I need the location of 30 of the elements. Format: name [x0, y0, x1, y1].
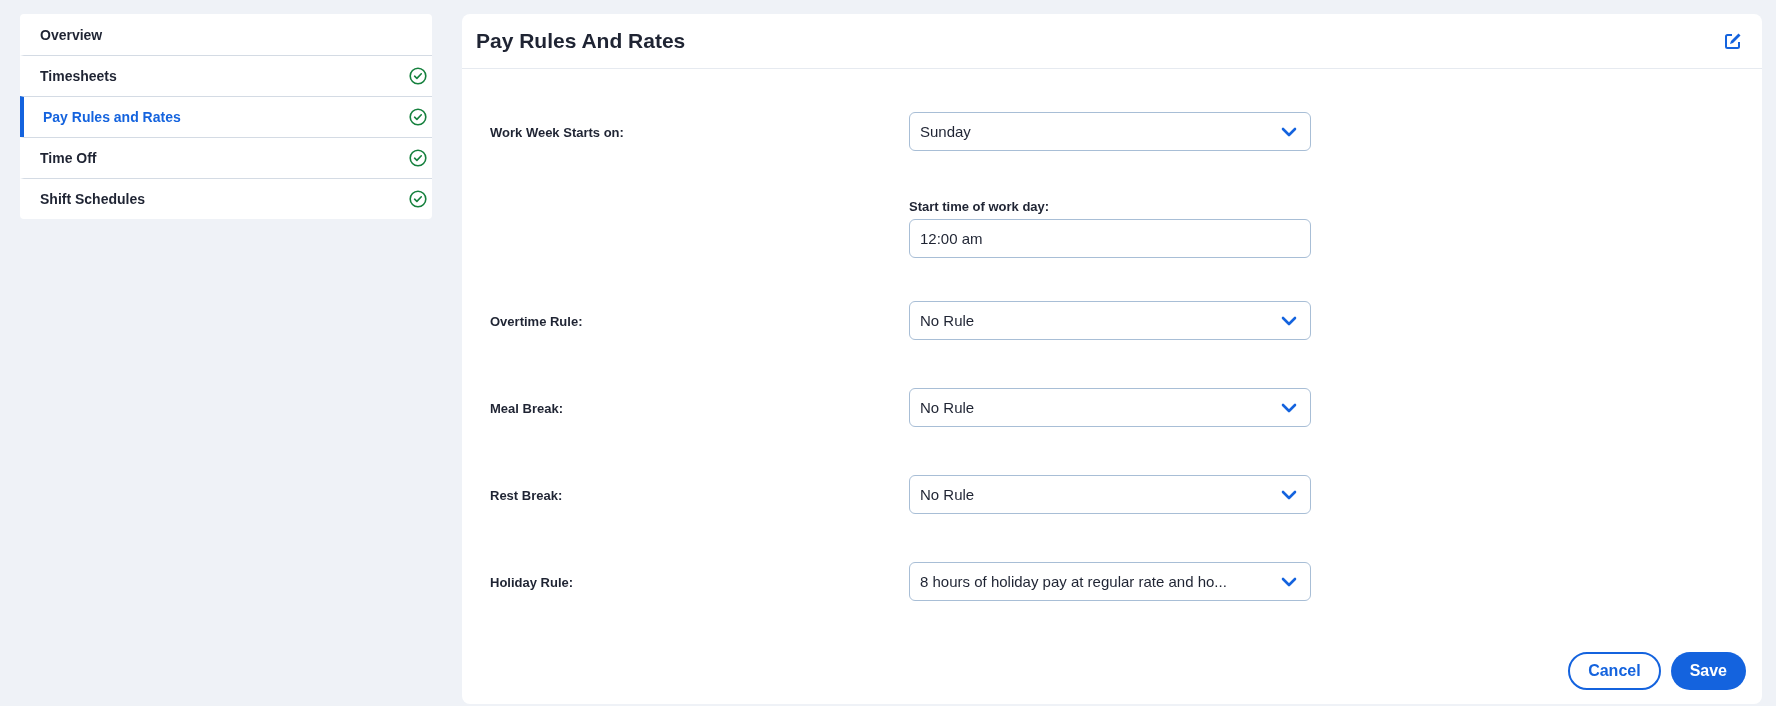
- check-circle-icon: [409, 149, 427, 167]
- check-circle-icon: [409, 67, 427, 85]
- sidebar-item[interactable]: Time Off: [20, 137, 432, 178]
- dropdown-field[interactable]: No Rule: [909, 388, 1311, 427]
- chevron-down-icon: [1281, 315, 1297, 326]
- field-label: Holiday Rule:: [490, 574, 574, 590]
- check-circle-icon: [409, 190, 427, 208]
- field-label: Start time of work day:: [909, 199, 1051, 214]
- chevron-down-icon: [1281, 576, 1297, 587]
- dropdown-field[interactable]: No Rule: [909, 475, 1311, 514]
- time-input-field[interactable]: 12:00 am: [909, 219, 1311, 258]
- sidebar-item[interactable]: Shift Schedules: [20, 178, 432, 219]
- sidebar-item[interactable]: Timesheets: [20, 55, 432, 96]
- field-label: Overtime Rule:: [490, 313, 583, 329]
- field-label: Meal Break:: [490, 400, 563, 416]
- edit-icon[interactable]: [1724, 32, 1742, 50]
- dropdown-field[interactable]: No Rule: [909, 301, 1311, 340]
- chevron-down-icon: [1281, 402, 1297, 413]
- panel-title: Pay Rules And Rates: [476, 29, 686, 53]
- field-label: Work Week Starts on:: [490, 124, 624, 140]
- sidebar-item[interactable]: Pay Rules and Rates: [20, 96, 432, 137]
- cancel-button[interactable]: Cancel: [1568, 652, 1661, 690]
- dropdown-field[interactable]: 8 hours of holiday pay at regular rate and ho...: [909, 562, 1311, 601]
- dropdown-field[interactable]: Sunday: [909, 112, 1311, 151]
- check-circle-icon: [409, 108, 427, 126]
- sidebar-item[interactable]: Overview: [20, 14, 432, 55]
- chevron-down-icon: [1281, 126, 1297, 137]
- field-label: Rest Break:: [490, 487, 563, 503]
- save-button[interactable]: Save: [1670, 652, 1746, 690]
- chevron-down-icon: [1281, 489, 1297, 500]
